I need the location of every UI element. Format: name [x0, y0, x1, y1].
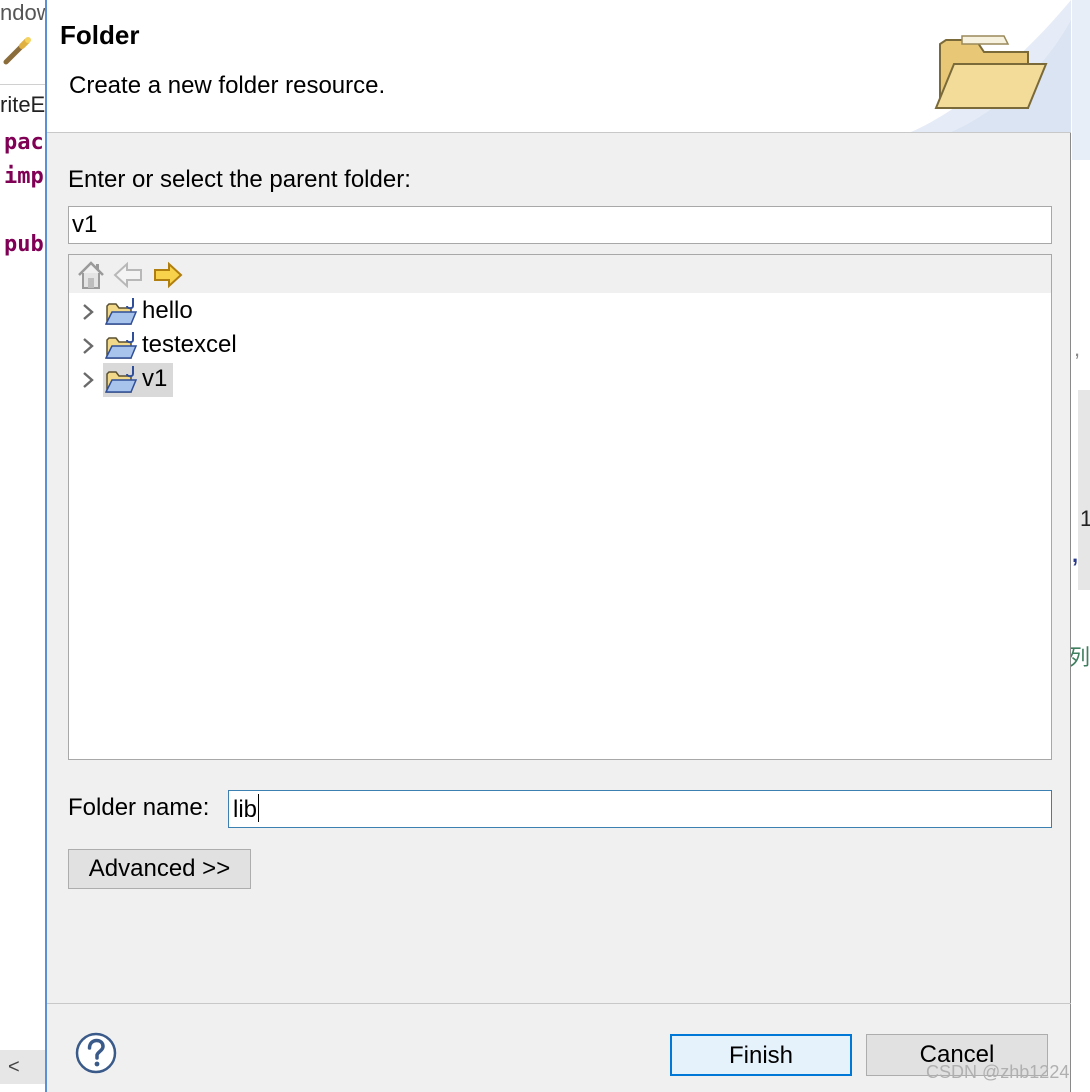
wand-icon[interactable] [2, 36, 32, 66]
ide-toolbar [0, 30, 48, 70]
tree-item-label: hello [142, 297, 193, 324]
code-fragment: , [1072, 542, 1079, 567]
ide-menu-bar: ndow [0, 0, 48, 22]
code-line: pub [4, 232, 44, 257]
folder-name-value: lib [233, 796, 258, 823]
folder-wizard-icon [934, 35, 1048, 109]
code-fragment: , [1074, 336, 1081, 361]
footer-separator [47, 1003, 1071, 1004]
advanced-button[interactable]: Advanced >> [68, 849, 251, 889]
home-icon[interactable] [75, 259, 107, 291]
dialog-title: Folder [60, 20, 140, 50]
folder-name-label: Folder name: [68, 794, 210, 821]
project-folder-icon [105, 298, 138, 325]
ide-editor-tab-label: riteE [0, 92, 46, 117]
tree-item-hello[interactable]: hello [69, 295, 669, 329]
code-line: imp [4, 164, 44, 189]
back-arrow-icon[interactable] [112, 259, 144, 291]
tree-toolbar [69, 255, 1051, 293]
ide-right-strip [1072, 0, 1090, 160]
ide-editor-tab[interactable]: riteE [0, 84, 48, 125]
ide-code-editor: pac imp pub [0, 126, 48, 1046]
forward-arrow-icon[interactable] [152, 259, 184, 291]
tree-item-label: v1 [142, 365, 168, 392]
ide-horizontal-scrollbar[interactable]: < [0, 1050, 48, 1084]
screen: ndow riteE pac imp pub < , 1 , 列 Folder … [0, 0, 1090, 1092]
ide-right-edge: , 1 , 列 [1068, 0, 1090, 1092]
code-fragment: 列 [1068, 645, 1090, 670]
watermark: CSDN @zhb1224 [926, 1062, 1070, 1082]
parent-folder-input[interactable] [68, 206, 1052, 244]
parent-folder-label: Enter or select the parent folder: [68, 166, 411, 193]
text-caret [258, 794, 260, 822]
folder-name-input[interactable]: lib [228, 790, 1052, 828]
finish-button[interactable]: Finish [670, 1034, 852, 1076]
scroll-left-arrow-icon[interactable]: < [8, 1056, 20, 1078]
ide-menu-text: ndow [0, 0, 48, 22]
tree-item-v1[interactable]: v1 [69, 363, 669, 397]
expand-chevron-icon[interactable] [81, 304, 95, 320]
project-folder-icon [105, 332, 138, 359]
folder-tree: hello testexcel v1 [68, 254, 1052, 760]
tree-item-testexcel[interactable]: testexcel [69, 329, 669, 363]
help-question-icon[interactable] [75, 1032, 117, 1074]
dialog-banner: Folder Create a new folder resource. [47, 0, 1071, 133]
code-line: pac [4, 130, 44, 155]
new-folder-dialog: Folder Create a new folder resource. Ent… [45, 0, 1071, 1092]
tree-item-label: testexcel [142, 331, 237, 358]
expand-chevron-icon[interactable] [81, 372, 95, 388]
project-folder-icon [105, 366, 138, 393]
code-fragment: 1 [1080, 506, 1090, 531]
dialog-description: Create a new folder resource. [69, 72, 386, 99]
ide-vertical-scrollbar[interactable] [1078, 390, 1090, 590]
expand-chevron-icon[interactable] [81, 338, 95, 354]
